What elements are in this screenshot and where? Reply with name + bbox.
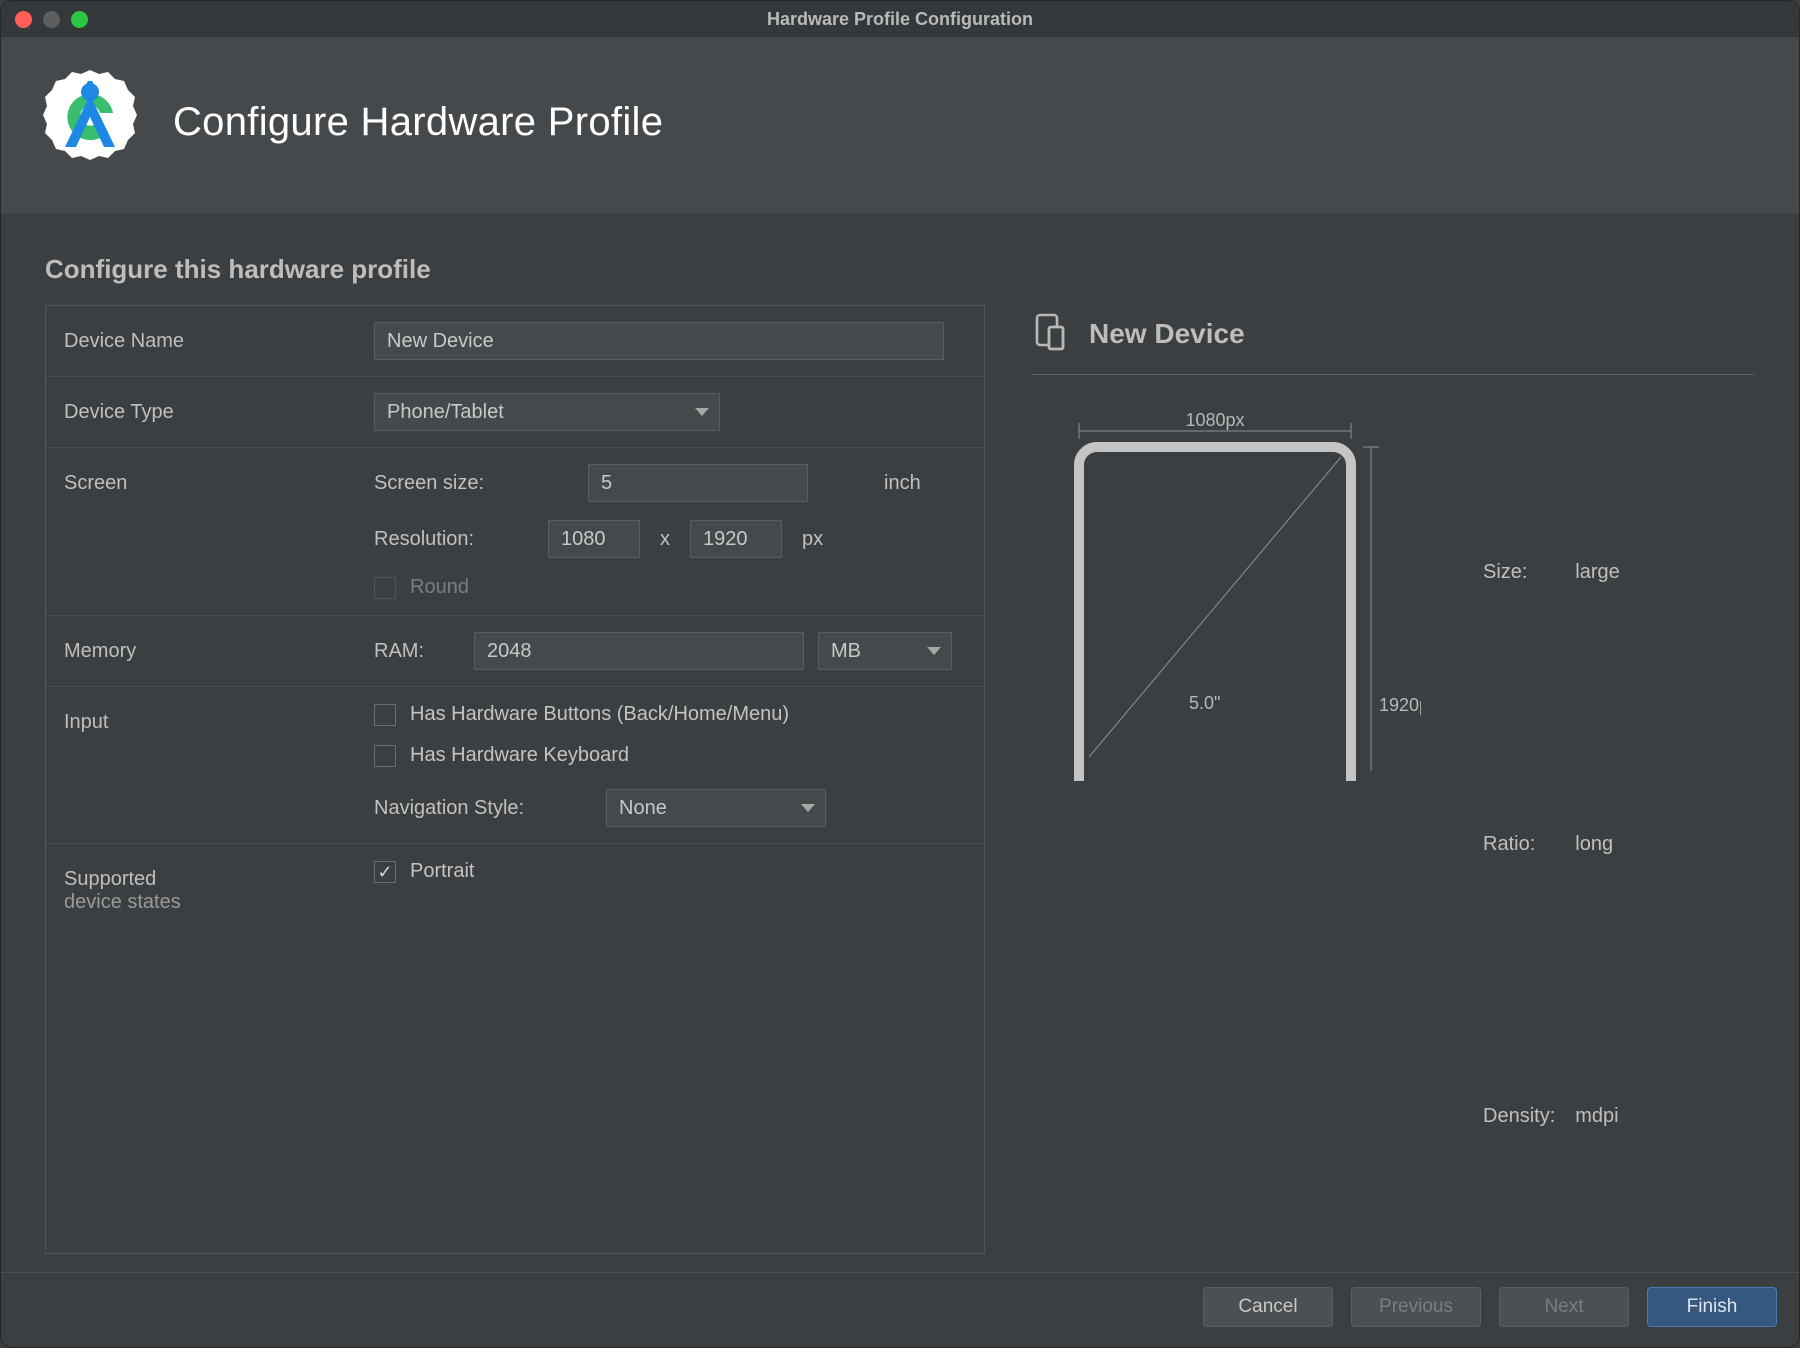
ram-unit-value: MB: [831, 640, 861, 663]
android-studio-icon: [35, 65, 145, 180]
label-screen-unit: inch: [884, 472, 921, 495]
hw-buttons-checkbox[interactable]: [374, 704, 396, 726]
preview-width-label: 1080px: [1185, 411, 1244, 430]
ram-unit-select[interactable]: MB: [818, 632, 952, 670]
titlebar: Hardware Profile Configuration: [1, 1, 1799, 37]
nav-style-select[interactable]: None: [606, 789, 826, 827]
label-ram: RAM:: [374, 640, 460, 663]
traffic-lights: [15, 11, 88, 28]
previous-button[interactable]: Previous: [1351, 1287, 1481, 1327]
row-memory: Memory RAM: MB: [46, 616, 984, 687]
body: Configure this hardware profile Device N…: [1, 214, 1799, 1272]
device-name-input[interactable]: [374, 322, 944, 360]
next-button[interactable]: Next: [1499, 1287, 1629, 1327]
spec-size-label: Size:: [1483, 437, 1573, 707]
device-type-value: Phone/Tablet: [387, 401, 504, 424]
chevron-down-icon: [927, 647, 941, 655]
spec-density-label: Density:: [1483, 982, 1573, 1252]
form-panel: Device Name Device Type Phone/Tablet: [45, 305, 985, 1254]
label-resolution: Resolution:: [374, 528, 534, 551]
row-input: Input Has Hardware Buttons (Back/Home/Me…: [46, 687, 984, 844]
label-res-unit: px: [802, 528, 823, 551]
spec-ratio-label: Ratio:: [1483, 709, 1573, 979]
spec-size-value: large: [1575, 437, 1627, 707]
preview-title: New Device: [1089, 318, 1245, 350]
footer: Cancel Previous Next Finish: [1, 1272, 1799, 1347]
minimize-window-icon[interactable]: [43, 11, 60, 28]
spec-ratio-value: long: [1575, 709, 1627, 979]
preview-spec-table: Size: large Ratio: long Density: mdpi: [1481, 435, 1630, 1254]
label-memory: Memory: [64, 632, 374, 663]
resolution-height-input[interactable]: [690, 520, 782, 558]
content: Device Name Device Type Phone/Tablet: [1, 305, 1799, 1272]
window: Hardware Profile Configuration Configure…: [0, 0, 1800, 1348]
preview-panel: New Device 1080px: [1031, 305, 1755, 1254]
round-checkbox: [374, 577, 396, 599]
cancel-button[interactable]: Cancel: [1203, 1287, 1333, 1327]
label-device-states: Supported device states: [64, 860, 374, 914]
fullscreen-window-icon[interactable]: [71, 11, 88, 28]
nav-style-value: None: [619, 797, 667, 820]
preview-diag-label: 5.0": [1189, 693, 1220, 713]
device-icon: [1031, 311, 1071, 356]
label-round: Round: [410, 576, 469, 599]
row-device-states: Supported device states Portrait: [46, 844, 984, 930]
label-screen: Screen: [64, 464, 374, 495]
label-hw-keyboard: Has Hardware Keyboard: [410, 744, 629, 767]
device-type-select[interactable]: Phone/Tablet: [374, 393, 720, 431]
device-preview-illustration: 1080px 5.0" 1920px: [1031, 411, 1421, 1254]
label-device-name: Device Name: [64, 322, 374, 353]
close-window-icon[interactable]: [15, 11, 32, 28]
label-input: Input: [64, 703, 374, 734]
label-portrait: Portrait: [410, 860, 474, 883]
row-device-type: Device Type Phone/Tablet: [46, 377, 984, 448]
label-nav-style: Navigation Style:: [374, 797, 592, 820]
resolution-width-input[interactable]: [548, 520, 640, 558]
label-hw-buttons: Has Hardware Buttons (Back/Home/Menu): [410, 703, 789, 726]
portrait-checkbox[interactable]: [374, 861, 396, 883]
hw-keyboard-checkbox[interactable]: [374, 745, 396, 767]
label-device-type: Device Type: [64, 393, 374, 424]
chevron-down-icon: [801, 804, 815, 812]
label-screen-size: Screen size:: [374, 472, 574, 495]
row-device-name: Device Name: [46, 306, 984, 377]
window-title: Hardware Profile Configuration: [1, 9, 1799, 30]
label-x: x: [654, 528, 676, 551]
preview-height-label: 1920px: [1379, 695, 1421, 715]
row-screen: Screen Screen size: inch Resolution: x: [46, 448, 984, 616]
finish-button[interactable]: Finish: [1647, 1287, 1777, 1327]
ram-input[interactable]: [474, 632, 804, 670]
subheading: Configure this hardware profile: [1, 214, 1799, 305]
chevron-down-icon: [695, 408, 709, 416]
spec-density-value: mdpi: [1575, 982, 1627, 1252]
screen-size-input[interactable]: [588, 464, 808, 502]
header-title: Configure Hardware Profile: [173, 100, 663, 145]
header: Configure Hardware Profile: [1, 37, 1799, 214]
